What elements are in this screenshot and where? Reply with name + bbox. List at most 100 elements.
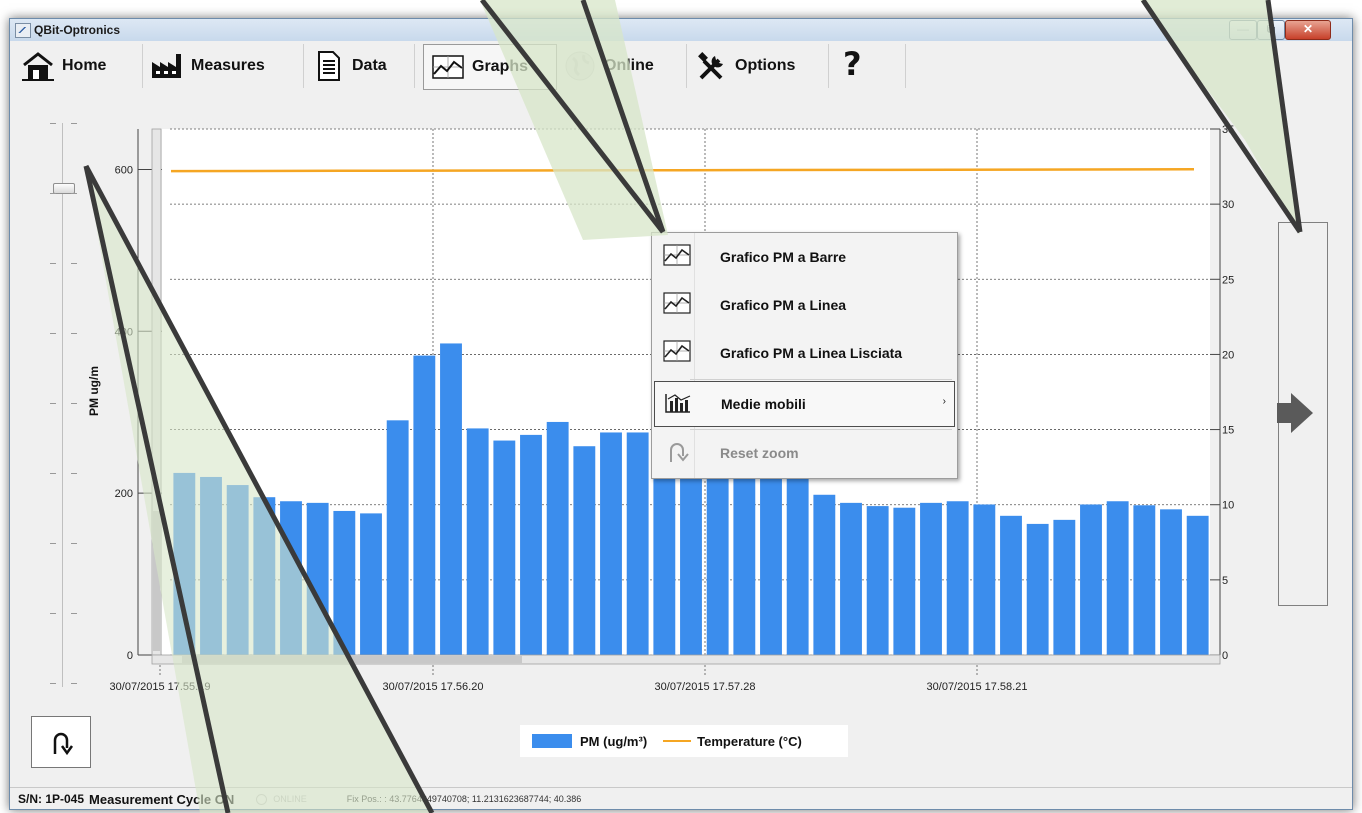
x-tick-label: 30/07/2015 17.55.19 (110, 681, 211, 693)
y2-tick-label: 10 (1222, 500, 1234, 512)
pm-bar (866, 506, 889, 655)
serial-number: S/N: 1P-045 (18, 792, 85, 806)
help-glyph: ? (843, 45, 862, 83)
x-tick-label: 30/07/2015 17.56.20 (383, 681, 484, 693)
toolbar-data-button[interactable]: Data (304, 44, 415, 88)
zoom-slider-tick (71, 613, 77, 614)
y-tick-label: 200 (115, 488, 133, 500)
graphs-content: 0 200 400 600 0 5 10 15 20 25 30 35 30/07/2015 17.55… (10, 91, 1352, 787)
zoom-slider-tick (71, 543, 77, 544)
menu-item-label: Grafico PM a Linea Lisciata (720, 345, 903, 361)
line-chart-icon (662, 338, 696, 368)
pm-bar (1026, 523, 1049, 655)
pm-bar (413, 355, 436, 655)
zoom-slider-tick (50, 683, 56, 684)
document-icon (310, 48, 346, 84)
side-panel-toggle[interactable] (1277, 222, 1328, 606)
line-chart-icon (662, 242, 696, 272)
zoom-slider-tick (50, 543, 56, 544)
pm-bar (706, 460, 729, 655)
pm-bar (786, 476, 809, 655)
pm-bar (306, 502, 329, 655)
arrow-right-icon (1277, 393, 1313, 433)
menu-separator (690, 379, 952, 380)
menu-item-reset-zoom[interactable]: Reset zoom (654, 431, 953, 475)
y-tick-label: 400 (115, 326, 133, 338)
maximize-button[interactable]: ⧉ (1257, 20, 1285, 40)
help-icon: ? (835, 48, 871, 84)
zoom-slider-track (62, 123, 63, 687)
pm-bar (440, 343, 462, 655)
toolbar-home-label: Home (62, 57, 107, 74)
zoom-slider-tick (50, 193, 56, 194)
pm-bar (520, 434, 542, 655)
pm-bar (893, 507, 916, 655)
toolbar-home-button[interactable]: Home (14, 44, 143, 88)
legend-pm-label: PM (ug/m³) (580, 733, 648, 749)
vertical-scroll-thumb (153, 511, 160, 651)
measurement-cycle-status: Measurement Cycle ON (89, 791, 235, 807)
close-button[interactable]: ✕ (1285, 20, 1331, 40)
globe-icon (562, 48, 598, 84)
menu-item-bar-chart[interactable]: Grafico PM a Barre (654, 235, 953, 279)
toolbar-options-button[interactable]: Options (687, 44, 829, 88)
pm-bar (493, 440, 516, 655)
toolbar-help-button[interactable]: ? (829, 44, 906, 88)
pm-bar (1053, 519, 1076, 655)
y2-tick-label: 15 (1222, 425, 1234, 437)
pm-bar (760, 468, 782, 655)
pm-bar (946, 501, 969, 655)
chart-icon (430, 49, 466, 85)
toolbar-measures-label: Measures (191, 57, 265, 74)
pm-bar (1160, 509, 1182, 655)
factory-icon (149, 48, 185, 84)
pm-bar (733, 464, 756, 655)
pm-bar (626, 432, 649, 655)
toolbar-measures-button[interactable]: Measures (143, 44, 304, 88)
home-icon (20, 48, 56, 84)
legend-temperature-swatch (663, 740, 692, 742)
x-tick-label: 30/07/2015 17.57.28 (655, 681, 756, 693)
pm-bar (173, 472, 196, 655)
gps-position: Fix Pos.: : 43.7764349740708; 11.2131623… (346, 794, 582, 804)
menu-item-label: Grafico PM a Linea (720, 297, 847, 313)
zoom-slider-tick (50, 333, 56, 334)
submenu-arrow-icon: › (942, 396, 946, 407)
pm-bar (680, 452, 702, 655)
pm-bar (466, 428, 489, 655)
menu-item-smooth-line-chart[interactable]: Grafico PM a Linea Lisciata (654, 331, 953, 375)
menu-item-line-chart[interactable]: Grafico PM a Linea (654, 283, 953, 327)
zoom-slider[interactable] (50, 123, 77, 687)
pm-bar (1080, 504, 1102, 655)
y-tick-label: 0 (127, 650, 133, 662)
zoom-slider-tick (50, 263, 56, 264)
zoom-slider-tick (71, 473, 77, 474)
menu-item-label: Grafico PM a Barre (720, 249, 847, 265)
toolbar-online-button[interactable]: Online (556, 44, 687, 88)
chart-context-menu: Grafico PM a Barre Grafico PM a Linea Gr… (651, 232, 958, 479)
zoom-slider-tick (71, 123, 77, 124)
window-title: QBit-Optronics (34, 23, 120, 37)
undo-icon (53, 732, 74, 756)
title-bar: QBit-Optronics — ⧉ ✕ (10, 19, 1352, 42)
toolbar-graphs-button[interactable]: Graphs (423, 44, 557, 90)
y-tick-label: 600 (115, 164, 133, 176)
pm-bar (546, 421, 569, 655)
zoom-slider-tick (50, 403, 56, 404)
pm-bar (1133, 505, 1156, 655)
zoom-slider-tick (71, 683, 77, 684)
zoom-slider-tick (50, 473, 56, 474)
pm-bar (1000, 515, 1022, 655)
legend-temperature-label: Temperature (°C) (697, 733, 802, 749)
pm-bar (1186, 515, 1209, 655)
minimize-button[interactable]: — (1229, 20, 1257, 40)
toolbar-graphs-label: Graphs (472, 58, 529, 75)
app-window: QBit-Optronics — ⧉ ✕ Home Measures Data (9, 18, 1353, 810)
app-icon (15, 23, 31, 38)
reset-zoom-button[interactable] (31, 716, 91, 768)
pm-bar (1106, 501, 1129, 655)
menu-item-moving-averages[interactable]: Medie mobili › (654, 381, 955, 427)
pm-bar (573, 446, 596, 655)
zoom-slider-tick (71, 263, 77, 264)
pm-bar (920, 502, 942, 655)
